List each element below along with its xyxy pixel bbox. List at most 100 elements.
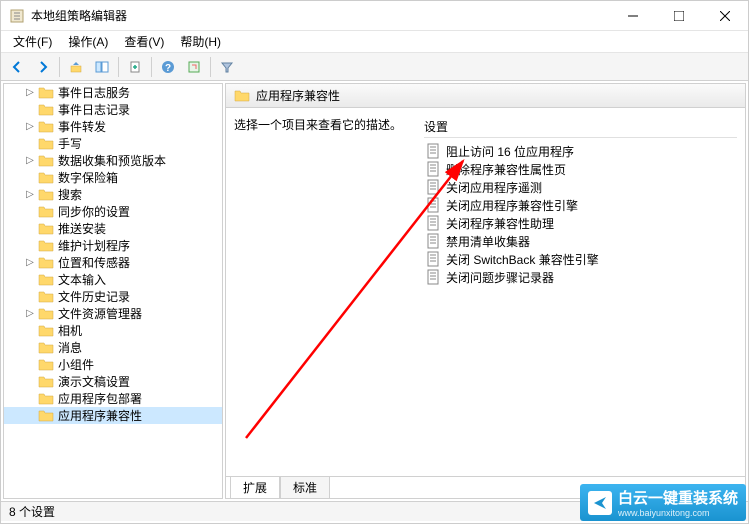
- tree-item-label: 手写: [58, 135, 82, 152]
- tree-item[interactable]: ▷位置和传感器: [4, 254, 222, 271]
- list-content: 设置 阻止访问 16 位应用程序删除程序兼容性属性页关闭应用程序遥测关闭应用程序…: [424, 116, 737, 468]
- folder-icon: [38, 221, 54, 237]
- tree-item[interactable]: 同步你的设置: [4, 203, 222, 220]
- tree-item[interactable]: ▷文件资源管理器: [4, 305, 222, 322]
- folder-icon: [38, 204, 54, 220]
- policy-icon: [426, 233, 442, 249]
- tree-item-label: 事件日志记录: [58, 101, 130, 118]
- folder-icon: [38, 136, 54, 152]
- maximize-button[interactable]: [656, 1, 702, 31]
- tree-item[interactable]: 应用程序包部署: [4, 390, 222, 407]
- folder-icon: [38, 306, 54, 322]
- list-item[interactable]: 关闭 SwitchBack 兼容性引擎: [424, 250, 737, 268]
- folder-icon: [38, 187, 54, 203]
- list-item[interactable]: 关闭问题步骤记录器: [424, 268, 737, 286]
- folder-icon: [38, 323, 54, 339]
- help-button[interactable]: ?: [156, 55, 180, 79]
- tree-item[interactable]: 文本输入: [4, 271, 222, 288]
- tree-item[interactable]: 数字保险箱: [4, 169, 222, 186]
- tree-item[interactable]: 推送安装: [4, 220, 222, 237]
- tree-item-label: 文件历史记录: [58, 288, 130, 305]
- tree-item[interactable]: 相机: [4, 322, 222, 339]
- tree-item[interactable]: 消息: [4, 339, 222, 356]
- toolbar-separator: [151, 57, 152, 77]
- policy-icon: [426, 179, 442, 195]
- folder-icon: [38, 391, 54, 407]
- tree-item-label: 数字保险箱: [58, 169, 118, 186]
- toolbar-separator: [118, 57, 119, 77]
- tree-item[interactable]: ▷ 数据收集和预览版本: [4, 152, 222, 169]
- tree-item[interactable]: 手写: [4, 135, 222, 152]
- svg-text:?: ?: [165, 63, 171, 74]
- list-item[interactable]: 关闭程序兼容性助理: [424, 214, 737, 232]
- minimize-button[interactable]: [610, 1, 656, 31]
- folder-icon: [38, 238, 54, 254]
- watermark-url: www.baiyunxitong.com: [618, 508, 738, 518]
- export-button[interactable]: [123, 55, 147, 79]
- list-item-label: 阻止访问 16 位应用程序: [446, 143, 574, 160]
- tree-item[interactable]: ▷事件日志服务: [4, 84, 222, 101]
- folder-icon: [38, 102, 54, 118]
- folder-icon: [38, 289, 54, 305]
- toolbar-separator: [59, 57, 60, 77]
- tab-extended[interactable]: 扩展: [230, 477, 280, 499]
- list-item[interactable]: 禁用清单收集器: [424, 232, 737, 250]
- tree-panel[interactable]: ▷事件日志服务事件日志记录 ▷ 事件转发手写 ▷ 数据收集和预览版本数字保险箱 ▷ 搜索同步…: [3, 83, 223, 499]
- tree-item[interactable]: 维护计划程序: [4, 237, 222, 254]
- menu-help[interactable]: 帮助(H): [172, 31, 229, 52]
- tree-item[interactable]: 小组件: [4, 356, 222, 373]
- watermark: 白云一键重装系统 www.baiyunxitong.com: [580, 484, 746, 521]
- tree-item-label: 搜索: [58, 186, 82, 203]
- tree-item[interactable]: 演示文稿设置: [4, 373, 222, 390]
- list-body: 选择一个项目来查看它的描述。 设置 阻止访问 16 位应用程序删除程序兼容性属性…: [226, 108, 745, 476]
- folder-icon: [38, 340, 54, 356]
- toolbar-separator: [210, 57, 211, 77]
- forward-button[interactable]: [31, 55, 55, 79]
- menu-file[interactable]: 文件(F): [5, 31, 60, 52]
- menu-action[interactable]: 操作(A): [60, 31, 116, 52]
- show-hide-tree-button[interactable]: [90, 55, 114, 79]
- menu-bar: 文件(F) 操作(A) 查看(V) 帮助(H): [1, 31, 748, 53]
- tree-item[interactable]: 文件历史记录: [4, 288, 222, 305]
- policy-icon: [426, 251, 442, 267]
- app-icon: [9, 8, 25, 24]
- policy-icon: [426, 161, 442, 177]
- column-header-setting[interactable]: 设置: [424, 116, 737, 138]
- folder-icon: [38, 255, 54, 271]
- watermark-logo-icon: [588, 491, 612, 515]
- policy-icon: [426, 215, 442, 231]
- refresh-button[interactable]: [182, 55, 206, 79]
- list-item[interactable]: 阻止访问 16 位应用程序: [424, 142, 737, 160]
- folder-icon: [38, 85, 54, 101]
- tree-item-label: 推送安装: [58, 220, 106, 237]
- back-button[interactable]: [5, 55, 29, 79]
- list-item[interactable]: 关闭应用程序遥测: [424, 178, 737, 196]
- close-button[interactable]: [702, 1, 748, 31]
- tree-item[interactable]: ▷ 事件转发: [4, 118, 222, 135]
- list-item[interactable]: 删除程序兼容性属性页: [424, 160, 737, 178]
- expand-arrow-icon[interactable]: ▷: [24, 87, 36, 98]
- up-button[interactable]: [64, 55, 88, 79]
- tree-item[interactable]: 事件日志记录: [4, 101, 222, 118]
- folder-icon: [38, 170, 54, 186]
- expand-arrow-icon[interactable]: ▷: [24, 257, 36, 268]
- folder-icon: [38, 408, 54, 424]
- menu-view[interactable]: 查看(V): [116, 31, 172, 52]
- tree-item-label: 数据收集和预览版本: [58, 152, 166, 169]
- expand-arrow-icon[interactable]: ▷: [24, 121, 36, 132]
- tree-item-label: 事件转发: [58, 118, 106, 135]
- filter-button[interactable]: [215, 55, 239, 79]
- tree-item-label: 演示文稿设置: [58, 373, 130, 390]
- list-item[interactable]: 关闭应用程序兼容性引擎: [424, 196, 737, 214]
- expand-arrow-icon[interactable]: ▷: [24, 155, 36, 166]
- list-item-label: 关闭问题步骤记录器: [446, 269, 554, 286]
- expand-arrow-icon[interactable]: ▷: [24, 308, 36, 319]
- tree-item[interactable]: 应用程序兼容性: [4, 407, 222, 424]
- tree-item-label: 小组件: [58, 356, 94, 373]
- policy-icon: [426, 143, 442, 159]
- content-area: ▷事件日志服务事件日志记录 ▷ 事件转发手写 ▷ 数据收集和预览版本数字保险箱 ▷ 搜索同步…: [1, 81, 748, 501]
- tab-standard[interactable]: 标准: [280, 477, 330, 499]
- expand-arrow-icon[interactable]: ▷: [24, 189, 36, 200]
- tree-item[interactable]: ▷ 搜索: [4, 186, 222, 203]
- list-item-label: 关闭程序兼容性助理: [446, 215, 554, 232]
